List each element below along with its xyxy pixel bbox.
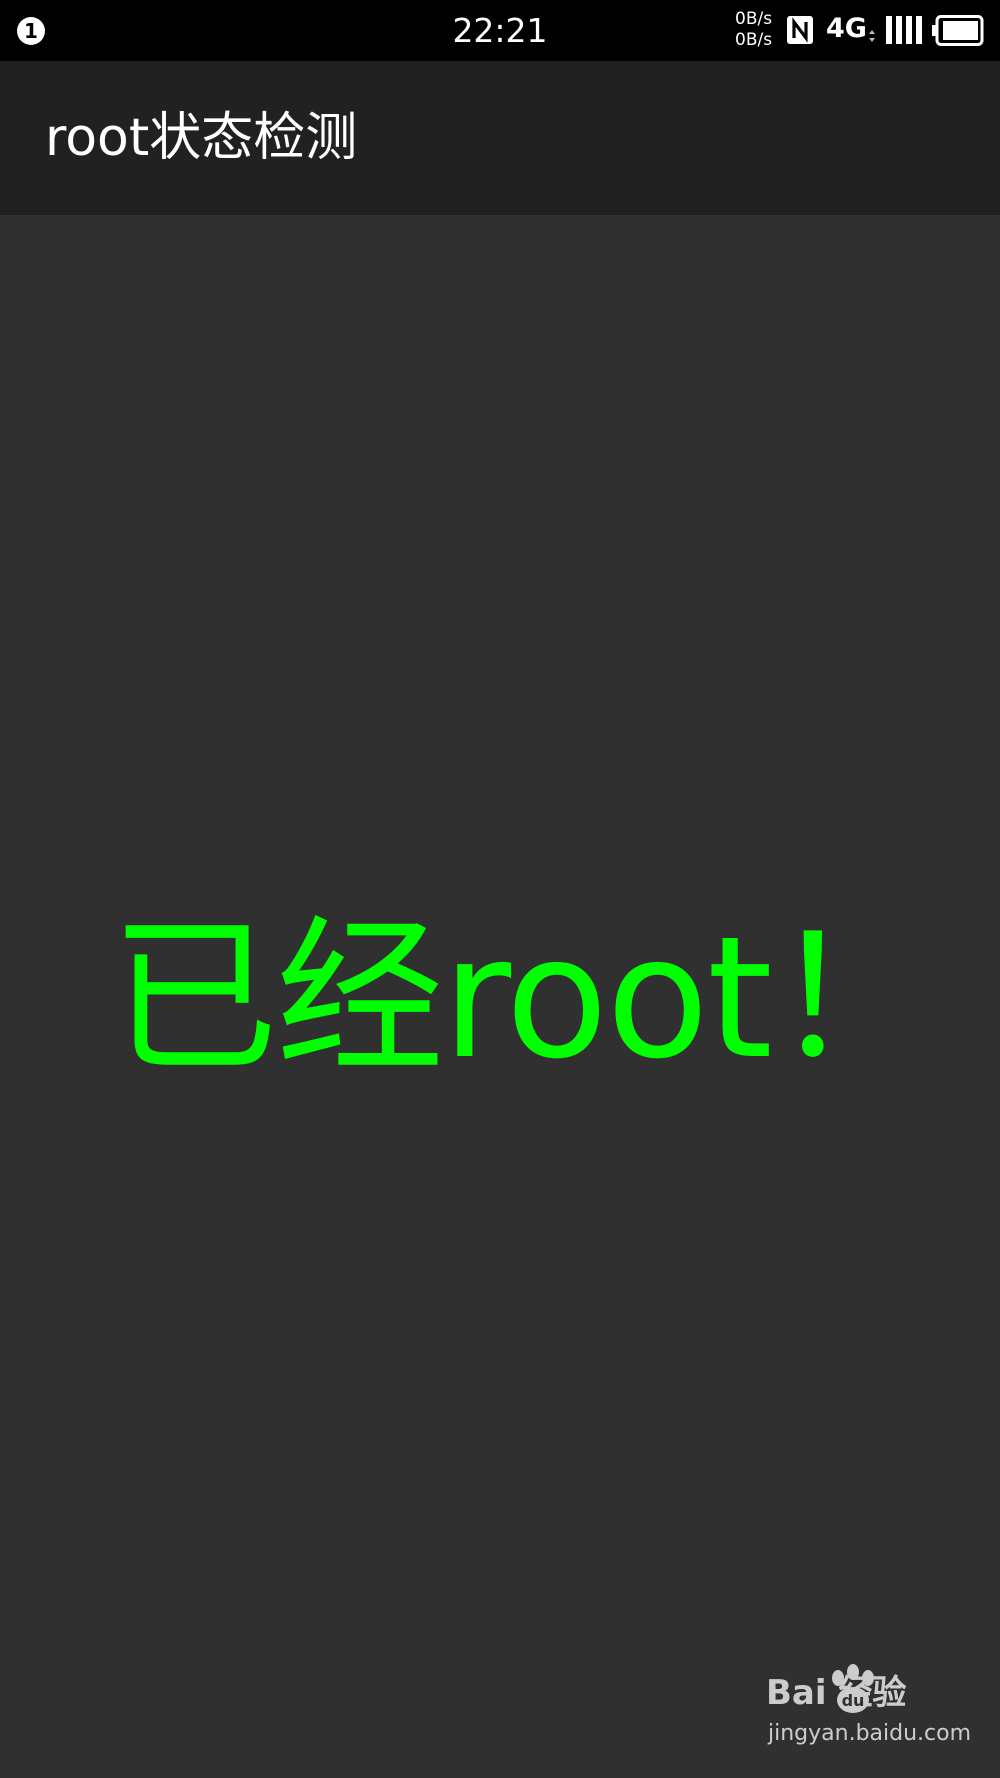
network-speed: 0B/s 0B/s	[735, 9, 772, 51]
baidu-jingyan-watermark: Bai 经验 du jingyan.baidu.com	[766, 1664, 971, 1758]
status-bar: 1 22:21 0B/s 0B/s 4G	[0, 0, 1000, 61]
app-title: root状态检测	[45, 108, 358, 168]
svg-text:du: du	[842, 1691, 865, 1710]
signal-icon	[886, 16, 922, 44]
battery-icon	[932, 15, 984, 46]
watermark-url: jingyan.baidu.com	[768, 1721, 972, 1746]
main-content: 已经root！	[0, 215, 1000, 1778]
baidu-paw-icon: du	[832, 1664, 874, 1713]
nfc-icon	[787, 16, 813, 44]
download-speed: 0B/s	[735, 30, 773, 50]
app-bar: root状态检测	[0, 61, 1000, 215]
upload-speed: 0B/s	[735, 9, 773, 29]
data-activity-icon	[869, 30, 875, 42]
root-status-text: 已经root！	[110, 900, 939, 1096]
network-type: 4G	[826, 13, 867, 44]
